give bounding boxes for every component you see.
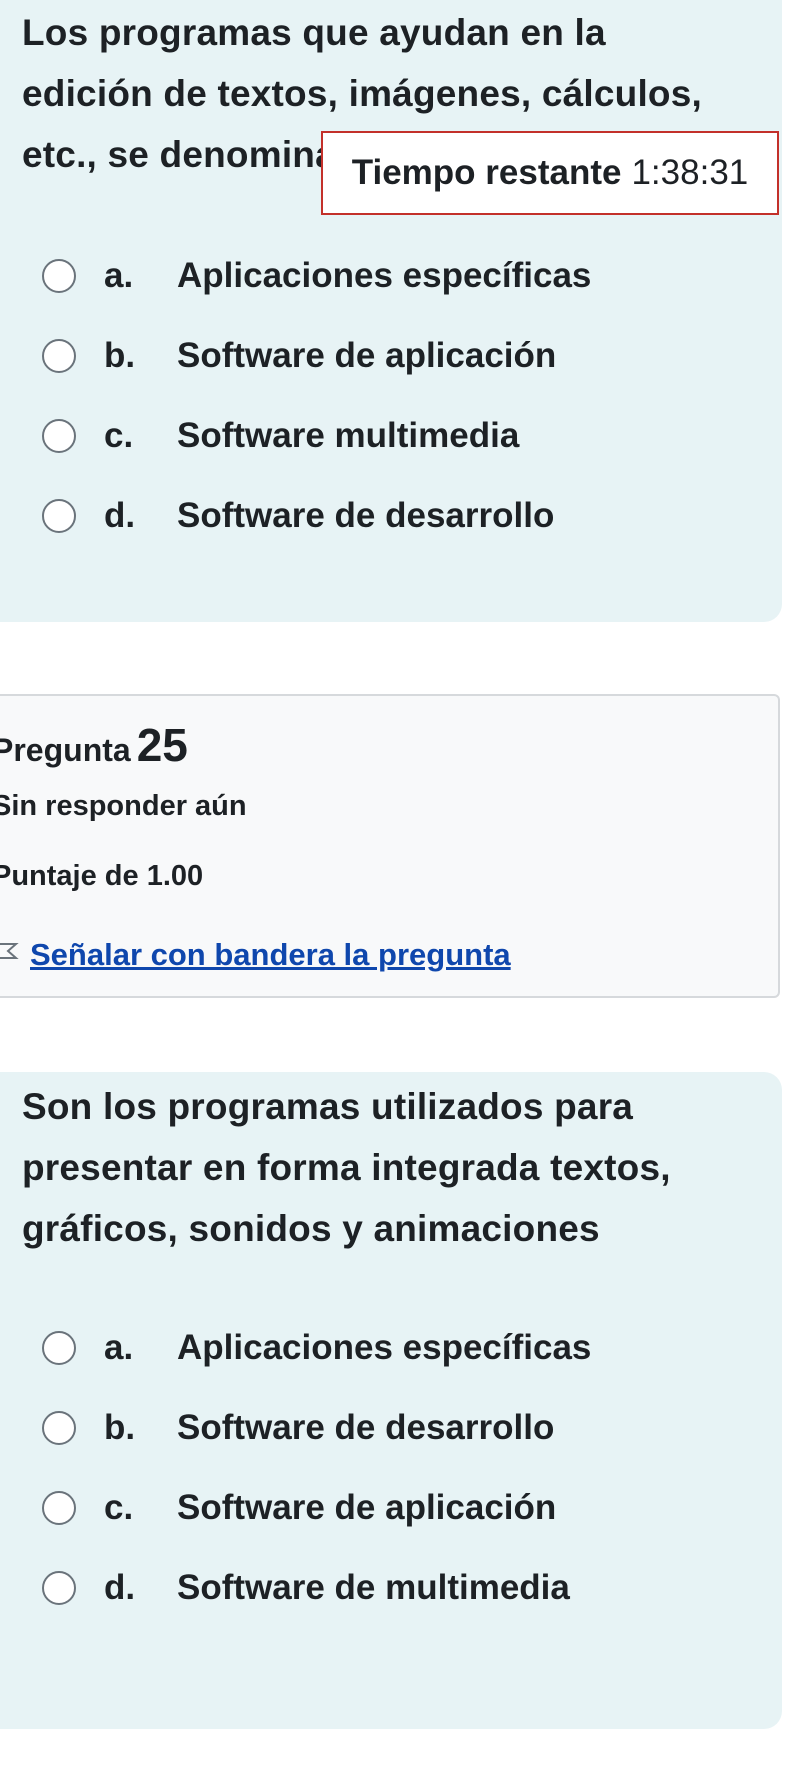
option-label: Software de multimedia [177, 1568, 570, 1607]
question-status: Sin responder aún [0, 790, 247, 822]
option-a[interactable]: a. Aplicaciones específicas [42, 1318, 742, 1378]
option-b[interactable]: b. Software de desarrollo [42, 1398, 742, 1458]
option-d[interactable]: d. Software de multimedia [42, 1558, 742, 1618]
option-c[interactable]: c. Software multimedia [42, 406, 742, 466]
option-letter: b. [104, 336, 136, 375]
question-25-content: Son los programas utilizados para presen… [0, 1072, 782, 1729]
option-letter: c. [104, 416, 134, 455]
radio-button[interactable] [42, 259, 76, 293]
option-label: Aplicaciones específicas [177, 1328, 592, 1367]
flag-icon [0, 943, 19, 959]
option-letter: c. [104, 1488, 134, 1527]
option-a[interactable]: a. Aplicaciones específicas [42, 246, 742, 306]
option-b[interactable]: b. Software de aplicación [42, 326, 742, 386]
radio-button[interactable] [42, 1491, 76, 1525]
option-label: Aplicaciones específicas [177, 256, 592, 295]
option-label: Software de desarrollo [177, 496, 555, 535]
question-text: Son los programas utilizados para presen… [22, 1086, 671, 1249]
timer-label: Tiempo restante [351, 153, 622, 192]
radio-button[interactable] [42, 1411, 76, 1445]
option-letter: a. [104, 1328, 134, 1367]
flag-question-label[interactable]: Señalar con bandera la pregunta [30, 937, 511, 973]
option-letter: d. [104, 1568, 136, 1607]
flag-question-link[interactable]: Señalar con bandera la pregunta [0, 937, 511, 973]
option-d[interactable]: d. Software de desarrollo [42, 486, 742, 546]
radio-button[interactable] [42, 1331, 76, 1365]
option-label: Software multimedia [177, 416, 520, 455]
radio-button[interactable] [42, 499, 76, 533]
question-number: Pregunta 25 [0, 718, 188, 772]
question-number-value: 25 [136, 719, 188, 771]
option-letter: d. [104, 496, 136, 535]
question-25-info: Pregunta 25 Sin responder aún Puntaje de … [0, 694, 780, 998]
time-remaining-box: Tiempo restante 1:38:31 [321, 131, 779, 215]
radio-button[interactable] [42, 419, 76, 453]
question-24-content: Los programas que ayudan en la edición d… [0, 0, 782, 622]
option-c[interactable]: c. Software de aplicación [42, 1478, 742, 1538]
radio-button[interactable] [42, 1571, 76, 1605]
option-label: Software de aplicación [177, 1488, 557, 1527]
option-letter: a. [104, 256, 134, 295]
question-title-label: Pregunta [0, 732, 131, 768]
option-label: Software de desarrollo [177, 1408, 555, 1447]
option-letter: b. [104, 1408, 136, 1447]
option-label: Software de aplicación [177, 336, 557, 375]
question-score: Puntaje de 1.00 [0, 860, 204, 892]
radio-button[interactable] [42, 339, 76, 373]
timer-value: 1:38:31 [631, 153, 749, 192]
